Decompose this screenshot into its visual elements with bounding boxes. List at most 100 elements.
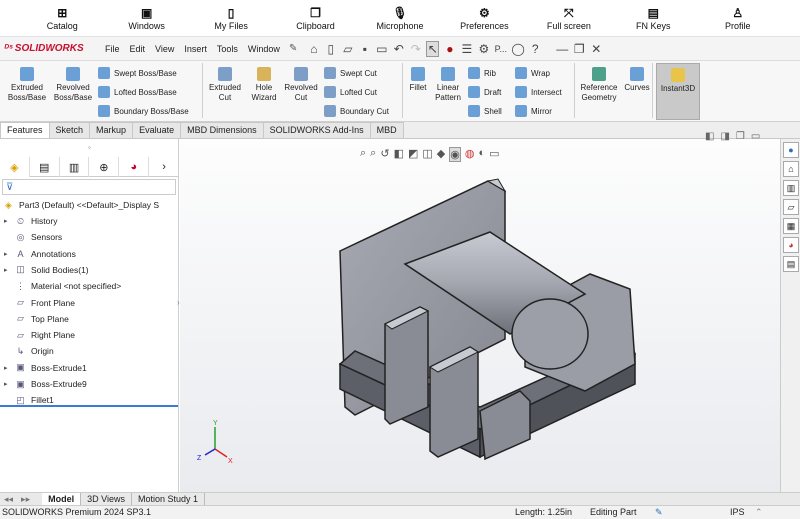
hole-wizard-button[interactable]: Hole Wizard: [245, 67, 283, 103]
revolved-cut-button[interactable]: Revolved Cut: [282, 67, 320, 103]
close-button[interactable]: ✕: [590, 42, 603, 56]
doc-tab-3d-views[interactable]: 3D Views: [81, 493, 132, 505]
view-palette-icon[interactable]: ▦: [783, 218, 799, 234]
tab-mbd[interactable]: MBD: [369, 122, 404, 138]
scroll-left-icon[interactable]: ◂◂: [0, 494, 17, 505]
tab-markup[interactable]: Markup: [89, 122, 134, 138]
remote-preferences-button[interactable]: ⚙ Preferences: [442, 6, 526, 31]
display-manager-tab-icon[interactable]: ◕: [119, 157, 150, 177]
menu-tools[interactable]: Tools: [212, 44, 243, 54]
intersect-button[interactable]: Intersect: [515, 86, 562, 98]
remote-clipboard-button[interactable]: ❐ Clipboard: [273, 6, 357, 31]
file-properties-icon[interactable]: ☰: [460, 42, 473, 56]
custom-properties-icon[interactable]: ▤: [783, 256, 799, 272]
solidworks-resources-icon[interactable]: ●: [783, 142, 799, 158]
property-manager-tab-icon[interactable]: ▤: [30, 157, 60, 177]
minimize-button[interactable]: —: [556, 42, 569, 56]
boundary-boss-button[interactable]: Boundary Boss/Base: [98, 105, 189, 117]
undo-icon[interactable]: ↶: [392, 42, 405, 56]
rollback-bar[interactable]: [0, 405, 178, 407]
user-icon[interactable]: ◯: [511, 42, 524, 56]
mirror-button[interactable]: Mirror: [515, 105, 552, 117]
doc-tab-motion-study-1[interactable]: Motion Study 1: [132, 493, 205, 505]
restore-button[interactable]: ❐: [573, 42, 586, 56]
tree-item-front-plane[interactable]: ▱ Front Plane: [4, 295, 75, 311]
tab-mbd-dimensions[interactable]: MBD Dimensions: [180, 122, 264, 138]
expand-arrow-icon[interactable]: ▸: [4, 364, 14, 372]
tree-root[interactable]: ◈ Part3 (Default) <<Default>_Display S: [2, 197, 159, 213]
remote-windows-button[interactable]: ▣ Windows: [104, 6, 188, 31]
menu-view[interactable]: View: [150, 44, 179, 54]
part-model[interactable]: Y X Z: [180, 139, 780, 492]
dimxpert-tab-icon[interactable]: ⊕: [89, 157, 120, 177]
lofted-boss-button[interactable]: Lofted Boss/Base: [98, 86, 177, 98]
new-document-icon[interactable]: ▯: [324, 42, 337, 56]
configuration-manager-tab-icon[interactable]: ▥: [60, 157, 90, 177]
tree-item-right-plane[interactable]: ▱ Right Plane: [4, 327, 75, 343]
solidworks-logo[interactable]: ᴰˢ SOLIDWORKS: [0, 43, 100, 54]
curves-button[interactable]: Curves: [623, 67, 651, 93]
tree-item-history[interactable]: ▸ ⏲ History: [4, 213, 57, 229]
expand-arrow-icon[interactable]: ▸: [4, 380, 14, 388]
tab-solidworks-add-ins[interactable]: SOLIDWORKS Add-Ins: [262, 122, 371, 138]
extruded-boss-button[interactable]: Extruded Boss/Base: [6, 67, 48, 103]
menu-file[interactable]: File: [100, 44, 125, 54]
doc-tab-model[interactable]: Model: [42, 493, 82, 505]
filter-field[interactable]: ⊽: [2, 179, 176, 195]
draft-button[interactable]: Draft: [468, 86, 501, 98]
tree-item-top-plane[interactable]: ▱ Top Plane: [4, 311, 69, 327]
panel-grip-icon[interactable]: ◦: [88, 143, 91, 152]
feature-manager-tab-icon[interactable]: ◈: [0, 157, 30, 177]
tree-item-boss-extrude9[interactable]: ▸ ▣ Boss-Extrude9: [4, 376, 87, 392]
redo-icon[interactable]: ↷: [409, 42, 422, 56]
print-icon[interactable]: ▭: [375, 42, 388, 56]
wrap-button[interactable]: Wrap: [515, 67, 550, 79]
design-library-icon[interactable]: ▥: [783, 180, 799, 196]
tab-evaluate[interactable]: Evaluate: [132, 122, 182, 138]
quick-access-more[interactable]: P...: [494, 44, 507, 54]
traffic-light-icon[interactable]: ●: [443, 42, 456, 56]
remote-profile-button[interactable]: ♙ Profile: [696, 6, 780, 31]
options-icon[interactable]: ⚙: [477, 42, 490, 56]
tab-sketch[interactable]: Sketch: [48, 122, 91, 138]
menu-window[interactable]: Window: [243, 44, 285, 54]
help-icon[interactable]: ?: [529, 42, 542, 56]
remote-microphone-button[interactable]: 🎙 Microphone: [358, 6, 442, 31]
units-selector[interactable]: IPS: [730, 506, 745, 519]
home-icon[interactable]: ⌂: [307, 42, 320, 56]
remote-catalog-button[interactable]: ⊞ Catalog: [20, 6, 104, 31]
extruded-cut-button[interactable]: Extruded Cut: [205, 67, 245, 103]
reference-geometry-button[interactable]: Reference Geometry: [578, 67, 620, 103]
menu-insert[interactable]: Insert: [179, 44, 212, 54]
linear-pattern-button[interactable]: Linear Pattern: [432, 67, 464, 103]
remote-fn-keys-button[interactable]: ▤ FN Keys: [611, 6, 695, 31]
lofted-cut-button[interactable]: Lofted Cut: [324, 86, 377, 98]
menu-edit[interactable]: Edit: [125, 44, 151, 54]
instant3d-button[interactable]: Instant3D: [656, 63, 700, 120]
save-icon[interactable]: ▪: [358, 42, 371, 56]
remote-full-screen-button[interactable]: ⤧ Full screen: [527, 6, 611, 31]
expand-arrow-icon[interactable]: ▸: [4, 250, 14, 258]
panel-forward-icon[interactable]: ›: [149, 157, 179, 177]
pin-icon[interactable]: ✎: [289, 43, 297, 54]
tree-item-material-not-specified[interactable]: ⋮ Material <not specified>: [4, 278, 121, 294]
tree-item-boss-extrude1[interactable]: ▸ ▣ Boss-Extrude1: [4, 360, 87, 376]
expand-arrow-icon[interactable]: ▸: [4, 217, 14, 225]
remote-my-files-button[interactable]: ▯ My Files: [189, 6, 273, 31]
select-icon[interactable]: ↖: [426, 40, 440, 57]
expand-arrow-icon[interactable]: ▸: [4, 266, 14, 274]
open-icon[interactable]: ▱: [341, 42, 354, 56]
fillet-button[interactable]: Fillet: [405, 67, 431, 93]
graphics-area[interactable]: ⌕ ⌕ ↺ ◧ ◩ ◫ ◆ ◉ ◍ ◐ ▭ ◧ ◨ ❐ ▭ Y X Z: [180, 131, 780, 492]
3dexperience-icon[interactable]: ⌂: [783, 161, 799, 177]
units-dropdown-icon[interactable]: ⌃: [755, 506, 763, 519]
rebuild-icon[interactable]: ✎: [655, 506, 663, 519]
file-explorer-icon[interactable]: ▱: [783, 199, 799, 215]
tree-item-sensors[interactable]: ◎ Sensors: [4, 229, 63, 245]
scroll-right-icon[interactable]: ▸▸: [17, 494, 34, 505]
shell-button[interactable]: Shell: [468, 105, 502, 117]
boundary-cut-button[interactable]: Boundary Cut: [324, 105, 389, 117]
appearances-icon[interactable]: ◕: [783, 237, 799, 253]
revolved-boss-button[interactable]: Revolved Boss/Base: [52, 67, 94, 103]
tab-features[interactable]: Features: [0, 122, 50, 138]
